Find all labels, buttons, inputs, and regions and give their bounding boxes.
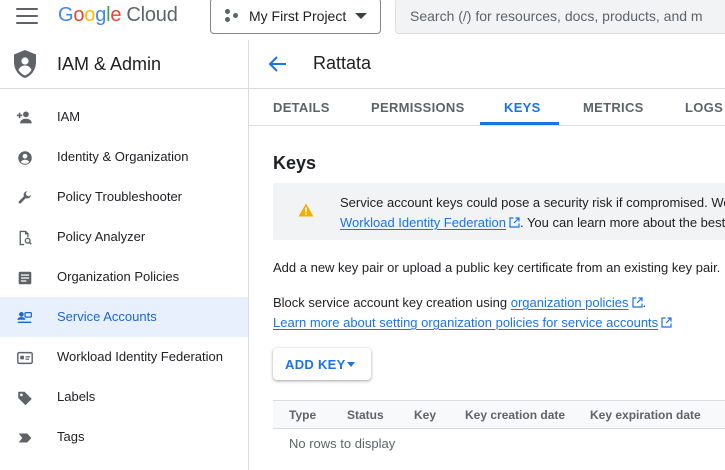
sidebar-item-policy-analyzer[interactable]: Policy Analyzer (0, 217, 248, 257)
page-header: Rattata (249, 40, 725, 89)
sidebar-item-organization-policies[interactable]: Organization Policies (0, 257, 248, 297)
add-key-label: ADD KEY (285, 356, 346, 372)
sidebar-item-label: IAM (57, 109, 81, 124)
service-account-icon (17, 311, 32, 324)
add-key-button[interactable]: ADD KEY (273, 348, 371, 380)
sidebar-item-identity-organization[interactable]: Identity & Organization (0, 137, 248, 177)
external-link-icon (631, 297, 643, 308)
external-link-icon (661, 317, 672, 328)
search-input[interactable]: Search (/) for resources, docs, products… (395, 0, 725, 34)
logo-letter: o (73, 4, 85, 26)
keys-intro-text: Add a new key pair or upload a public ke… (273, 260, 721, 275)
wrench-icon (18, 191, 31, 204)
keys-heading: Keys (273, 153, 317, 173)
project-name: My First Project (249, 8, 347, 24)
warning-text-line2: Workload Identity Federation . You can le… (340, 215, 725, 230)
sidebar-item-policy-troubleshooter[interactable]: Policy Troubleshooter (0, 177, 248, 217)
google-cloud-logo[interactable]: Google Cloud (58, 4, 178, 27)
tab-logs[interactable]: LOGS (685, 100, 723, 115)
person-add-icon (16, 111, 32, 124)
page-title: Rattata (313, 53, 372, 73)
sidebar-item-iam[interactable]: IAM (0, 97, 248, 137)
sidebar-item-label: Tags (57, 429, 85, 444)
main-content: Rattata DETAILS PERMISSIONS KEYS METRICS… (249, 40, 725, 470)
sidebar-item-label: Labels (57, 389, 96, 404)
caret-down-icon (347, 362, 355, 367)
logo-letter: G (58, 4, 74, 26)
column-header-key-creation-date[interactable]: Key creation date (465, 408, 565, 422)
sidebar-item-workload-identity-federation[interactable]: Workload Identity Federation (0, 337, 248, 377)
tab-metrics[interactable]: METRICS (583, 100, 644, 115)
column-header-key[interactable]: Key (414, 408, 436, 422)
sidebar-title: IAM & Admin (57, 54, 162, 74)
warning-text-rest: . You can learn more about the best (519, 215, 725, 230)
search-placeholder: Search (/) for resources, docs, products… (410, 8, 703, 24)
security-warning-banner: Service account keys could pose a securi… (273, 183, 725, 240)
organization-policies-link[interactable]: organization policies (511, 295, 629, 310)
column-header-key-expiration-date[interactable]: Key expiration date (590, 408, 701, 422)
empty-table-message: No rows to display (289, 436, 396, 451)
label-tag-icon (18, 391, 32, 406)
block-key-creation-text: Block service account key creation using… (273, 295, 646, 310)
tab-details[interactable]: DETAILS (273, 100, 330, 115)
document-search-icon (19, 230, 32, 246)
project-picker-button[interactable]: My First Project (210, 0, 381, 34)
sidebar-header: IAM & Admin (0, 40, 248, 89)
id-card-icon (17, 351, 33, 365)
logo-letter: e (110, 4, 122, 26)
warning-text: Service account keys could pose a securi… (340, 195, 725, 210)
logo-letter: g (95, 4, 107, 26)
logo-product: Cloud (126, 4, 178, 26)
tab-keys[interactable]: KEYS (504, 100, 541, 115)
external-link-icon (509, 217, 520, 228)
block-text: Block service account key creation using (273, 295, 511, 310)
logo-letter: o (84, 4, 96, 26)
sidebar-item-labels[interactable]: Labels (0, 377, 248, 417)
learn-more-line: Learn more about setting organization po… (273, 315, 672, 330)
block-text-end: . (642, 295, 647, 310)
sidebar-item-label: Service Accounts (57, 309, 157, 324)
keys-table-header: Type Status Key Key creation date Key ex… (273, 400, 725, 429)
caret-down-icon (355, 13, 367, 19)
warning-icon (298, 203, 314, 217)
sidebar-item-label: Policy Troubleshooter (57, 189, 183, 204)
tag-arrow-icon (18, 433, 32, 443)
sidebar-item-label: Organization Policies (57, 269, 180, 284)
tab-bar: DETAILS PERMISSIONS KEYS METRICS LOGS (249, 89, 725, 126)
sidebar-item-label: Policy Analyzer (57, 229, 146, 244)
account-circle-icon (18, 151, 32, 165)
iam-shield-icon (14, 50, 36, 78)
top-bar: Google Cloud My First Project Search (/) … (0, 0, 725, 40)
sidebar-item-label: Identity & Organization (57, 149, 189, 164)
learn-more-org-policies-link[interactable]: Learn more about setting organization po… (273, 315, 658, 330)
project-hub-icon (225, 9, 241, 23)
column-header-type[interactable]: Type (289, 408, 316, 422)
tab-permissions[interactable]: PERMISSIONS (371, 100, 465, 115)
sidebar-item-tags[interactable]: Tags (0, 417, 248, 457)
column-header-status[interactable]: Status (347, 408, 384, 422)
back-arrow-icon[interactable] (267, 54, 289, 74)
hamburger-menu-icon[interactable] (16, 8, 38, 24)
sidebar-item-label: Workload Identity Federation (57, 349, 223, 364)
active-tab-indicator (480, 122, 559, 125)
sidebar: IAM & Admin IAM Identity & Organization … (0, 40, 249, 470)
sidebar-item-service-accounts[interactable]: Service Accounts (0, 297, 248, 337)
list-alt-icon (18, 271, 32, 285)
workload-identity-federation-link[interactable]: Workload Identity Federation (340, 215, 506, 230)
